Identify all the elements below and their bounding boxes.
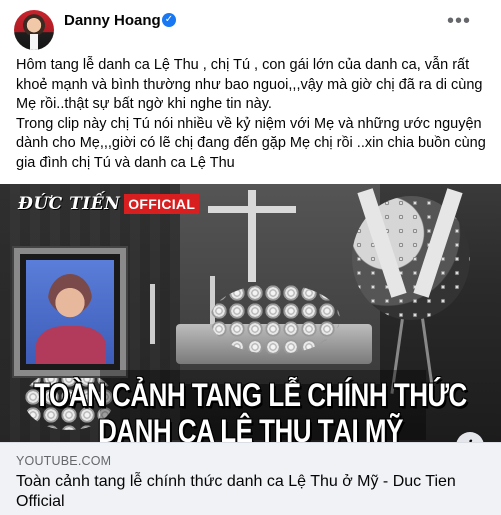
author-name[interactable]: Danny Hoang bbox=[64, 12, 161, 29]
portrait-frame bbox=[14, 248, 126, 376]
post-header: Danny Hoang ✓ ••• bbox=[12, 10, 489, 50]
logo-badge: OFFICIAL bbox=[124, 194, 200, 214]
post-paragraph: Hôm tang lễ danh ca Lệ Thu , chị Tú , co… bbox=[16, 57, 483, 112]
channel-logo: ĐỨC TIẾN OFFICIAL bbox=[18, 192, 200, 216]
verified-check-icon: ✓ bbox=[162, 13, 176, 27]
video-caption-line-2: DANH CA LỆ THU TẠI MỸ bbox=[98, 412, 403, 442]
logo-text: ĐỨC TIẾN bbox=[18, 194, 121, 214]
link-domain: YOUTUBE.COM bbox=[16, 454, 112, 468]
video-thumbnail[interactable]: ĐỨC TIẾN OFFICIAL TOÀN CẢNH TANG LỄ CHÍN… bbox=[0, 184, 501, 442]
link-preview[interactable]: YOUTUBE.COM Toàn cảnh tang lễ chính thức… bbox=[0, 442, 501, 515]
link-title[interactable]: Toàn cảnh tang lễ chính thức danh ca Lệ … bbox=[16, 472, 486, 512]
crucifix bbox=[248, 190, 256, 282]
video-caption-line-1: TOÀN CẢNH TANG LỄ CHÍNH THỨC bbox=[34, 376, 467, 414]
post-text: Hôm tang lễ danh ca Lệ Thu , chị Tú , co… bbox=[16, 56, 486, 173]
more-options-icon[interactable]: ••• bbox=[447, 11, 471, 31]
facebook-post: Danny Hoang ✓ ••• Hôm tang lễ danh ca Lệ… bbox=[0, 0, 501, 515]
flower-arrangement bbox=[210, 284, 340, 354]
portrait-photo bbox=[26, 260, 114, 364]
post-paragraph: Trong clip này chị Tú nói nhiều về kỷ ni… bbox=[16, 115, 486, 171]
author-avatar[interactable] bbox=[14, 10, 54, 50]
